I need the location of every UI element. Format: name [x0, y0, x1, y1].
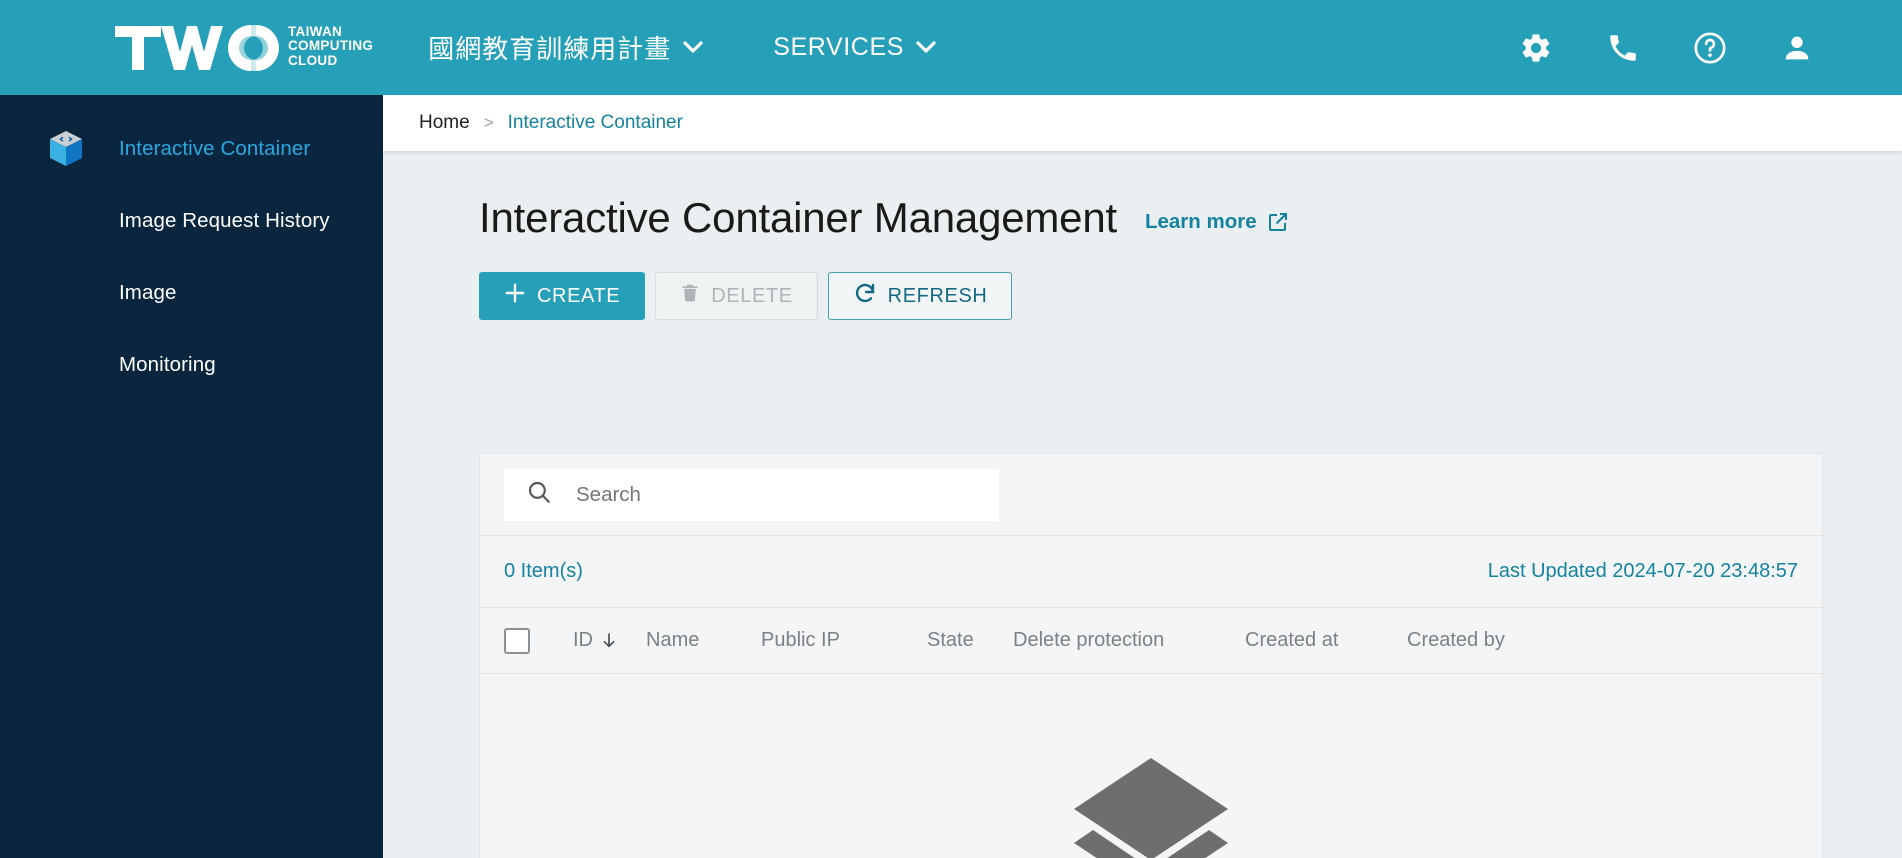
container-table-card: 0 Item(s) Last Updated 2024-07-20 23:48:…: [479, 453, 1823, 858]
delete-button[interactable]: DELETE: [655, 272, 818, 320]
table-header-row: ID Name Public IP State Delete protectio…: [480, 608, 1822, 674]
column-header-label: ID: [573, 629, 593, 651]
learn-more-label: Learn more: [1144, 210, 1257, 233]
search-box[interactable]: [504, 468, 999, 521]
header-icon-group: [1519, 31, 1814, 65]
empty-state: [480, 674, 1822, 858]
twcc-wordmark-icon: [115, 24, 279, 71]
page-title-row: Interactive Container Management Learn m…: [383, 151, 1902, 242]
search-input[interactable]: [576, 482, 956, 507]
services-menu[interactable]: SERVICES: [773, 33, 936, 62]
create-button-label: CREATE: [537, 284, 621, 307]
layers-stack-icon: [1066, 752, 1236, 858]
column-header-name[interactable]: Name: [646, 629, 761, 652]
services-menu-label: SERVICES: [773, 33, 904, 61]
sidebar-nav: Interactive Container Image Request Hist…: [0, 95, 383, 858]
sidebar-item-label: Interactive Container: [119, 137, 311, 160]
chevron-down-icon: [916, 41, 936, 54]
twcc-logo-mark: [115, 22, 280, 74]
select-all-checkbox[interactable]: [504, 627, 530, 654]
column-header-label: Delete protection: [1013, 629, 1165, 651]
last-updated-label: Last Updated 2024-07-20 23:48:57: [1487, 560, 1798, 582]
breadcrumb-separator: >: [483, 113, 494, 132]
phone-icon[interactable]: [1606, 31, 1640, 65]
sidebar-item-interactive-container[interactable]: Interactive Container: [0, 113, 383, 185]
top-header-bar: TAIWAN COMPUTING CLOUD 國網教育訓練用計畫 SERVICE…: [0, 0, 1902, 95]
main-content: Interactive Container Management Learn m…: [383, 151, 1902, 858]
tagline-computing: COMPUTING: [288, 38, 374, 54]
sidebar-item-monitoring[interactable]: Monitoring: [0, 329, 383, 401]
learn-more-link[interactable]: Learn more: [1145, 210, 1290, 234]
sidebar-item-label: Image Request History: [119, 209, 330, 232]
column-header-public-ip[interactable]: Public IP: [761, 629, 927, 652]
column-header-created-by[interactable]: Created by: [1407, 629, 1505, 652]
plus-icon: [504, 282, 526, 310]
column-header-delete-protection[interactable]: Delete protection: [1013, 629, 1245, 652]
search-zone: [480, 454, 1822, 536]
tagline-cloud: CLOUD: [288, 52, 338, 68]
container-cube-icon: [48, 129, 84, 169]
tagline-taiwan: TAIWAN: [288, 23, 343, 39]
breadcrumb-current-link[interactable]: Interactive Container: [508, 112, 683, 134]
project-selector-label: 國網教育訓練用計畫: [428, 34, 672, 64]
twcc-logo-tagline: TAIWAN COMPUTING CLOUD: [288, 23, 374, 69]
refresh-button[interactable]: REFRESH: [827, 272, 1013, 320]
help-circle-icon[interactable]: [1693, 31, 1727, 65]
sidebar-item-image-request-history[interactable]: Image Request History: [0, 185, 383, 257]
page-title: Interactive Container Management: [479, 194, 1117, 241]
column-header-label: State: [927, 629, 974, 651]
search-icon: [526, 479, 552, 510]
gear-icon[interactable]: [1519, 31, 1553, 65]
action-toolbar: CREATE DELETE REFRESH: [383, 272, 1902, 320]
column-header-id[interactable]: ID: [573, 629, 646, 652]
project-selector[interactable]: 國網教育訓練用計畫: [428, 29, 703, 66]
delete-button-label: DELETE: [711, 284, 793, 307]
create-button[interactable]: CREATE: [479, 272, 646, 320]
item-count-label[interactable]: 0 Item(s): [504, 560, 583, 583]
column-header-label: Name: [646, 629, 700, 651]
breadcrumb-home-link[interactable]: Home: [419, 112, 470, 134]
chevron-down-icon: [683, 41, 703, 54]
arrow-down-icon: [601, 632, 617, 649]
external-link-icon: [1266, 210, 1290, 234]
refresh-button-label: REFRESH: [887, 284, 988, 307]
refresh-icon: [853, 281, 877, 311]
sidebar-item-label: Image: [119, 281, 177, 304]
twcc-logo[interactable]: TAIWAN COMPUTING CLOUD: [115, 22, 373, 74]
column-header-created-at[interactable]: Created at: [1245, 629, 1407, 652]
column-header-state[interactable]: State: [927, 629, 1013, 652]
sidebar-item-image[interactable]: Image: [0, 257, 383, 329]
table-meta-row: 0 Item(s) Last Updated 2024-07-20 23:48:…: [480, 536, 1822, 608]
trash-icon: [680, 282, 700, 310]
user-account-icon[interactable]: [1780, 31, 1814, 65]
column-header-label: Created at: [1245, 629, 1339, 651]
sidebar-item-label: Monitoring: [119, 353, 216, 376]
breadcrumb: Home > Interactive Container: [383, 95, 1902, 151]
column-header-label: Public IP: [761, 629, 840, 651]
column-header-label: Created by: [1407, 629, 1505, 651]
